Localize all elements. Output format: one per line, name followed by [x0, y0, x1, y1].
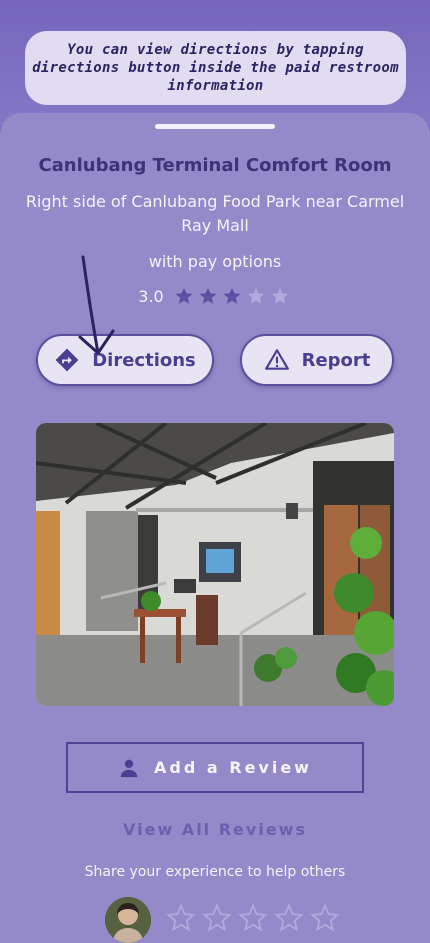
hint-text: You can view directions by tapping direc…: [32, 42, 399, 94]
hand-drawn-arrow: [78, 255, 115, 355]
star-icon: [175, 287, 193, 304]
rating-row: 3.0: [0, 286, 430, 306]
star-icon: [223, 287, 241, 304]
restroom-info-sheet: Canlubang Terminal Comfort Room Right si…: [0, 113, 430, 943]
view-all-reviews-link[interactable]: View All Reviews: [0, 820, 430, 839]
warning-icon: [264, 349, 289, 370]
star-outline-icon[interactable]: [238, 903, 268, 933]
add-review-label: Add a Review: [154, 758, 312, 777]
report-label: Report: [301, 349, 371, 371]
star-outline-icon[interactable]: [202, 903, 232, 933]
star-outline-icon[interactable]: [166, 903, 196, 933]
payment-info: with pay options: [148, 252, 282, 271]
report-button[interactable]: Report: [240, 334, 394, 386]
drag-handle[interactable]: [155, 124, 275, 129]
person-icon: [120, 759, 138, 777]
restroom-address: Right side of Canlubang Food Park near C…: [25, 192, 405, 235]
review-star-input[interactable]: [166, 903, 346, 933]
star-empty-icon: [247, 287, 265, 304]
directions-button[interactable]: Directions: [36, 334, 214, 386]
rating-value: 3.0: [138, 286, 164, 306]
star-icon: [199, 287, 217, 304]
star-empty-icon: [271, 287, 289, 304]
restroom-photo[interactable]: [36, 423, 394, 706]
avatar: [105, 897, 151, 943]
star-outline-icon[interactable]: [310, 903, 340, 933]
star-outline-icon[interactable]: [274, 903, 304, 933]
share-prompt: Share your experience to help others: [84, 864, 346, 880]
hint-tooltip: You can view directions by tapping direc…: [25, 31, 406, 105]
add-review-button[interactable]: Add a Review: [66, 742, 364, 793]
photo-illustration: [36, 423, 394, 706]
restroom-title: Canlubang Terminal Comfort Room: [38, 155, 392, 176]
